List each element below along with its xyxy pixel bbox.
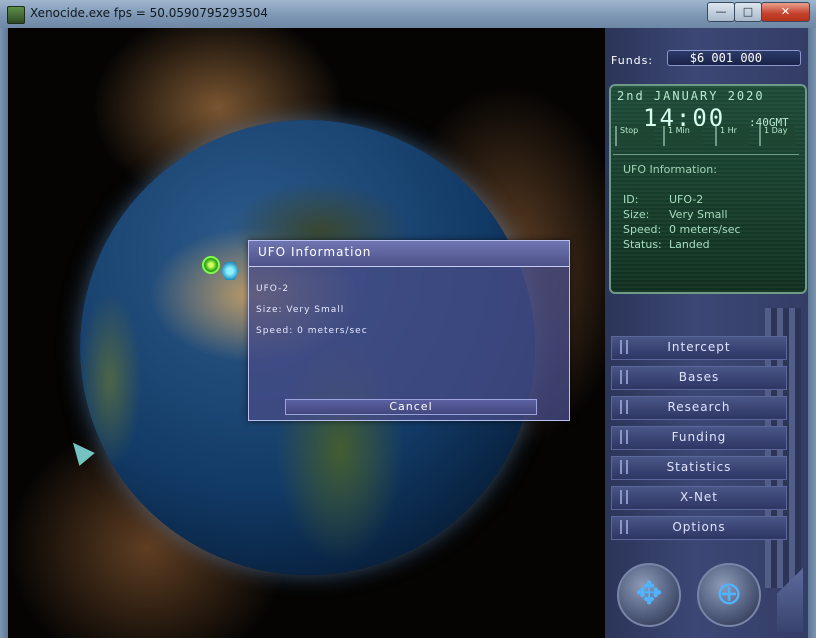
info-value: Very Small bbox=[669, 208, 728, 221]
funds-label: Funds: bbox=[611, 54, 654, 67]
statistics-button[interactable]: Statistics bbox=[611, 456, 787, 480]
info-label: Status: bbox=[623, 238, 662, 251]
info-value: UFO-2 bbox=[669, 193, 704, 206]
xnet-button[interactable]: X-Net bbox=[611, 486, 787, 510]
info-value: 0 meters/sec bbox=[669, 223, 741, 236]
info-value: Landed bbox=[669, 238, 710, 251]
minimize-button[interactable]: — bbox=[707, 2, 735, 22]
window-title: Xenocide.exe fps = 50.0590795293504 bbox=[30, 6, 268, 20]
time-1hr-button[interactable]: 1 Hr bbox=[715, 126, 749, 146]
time-1day-button[interactable]: 1 Day bbox=[759, 126, 795, 146]
funding-button[interactable]: Funding bbox=[611, 426, 787, 450]
window-frame-right bbox=[808, 28, 816, 638]
info-row-status: Status: Landed bbox=[623, 238, 710, 251]
cancel-button[interactable]: Cancel bbox=[285, 399, 537, 415]
dialog-ufo-speed: Speed: 0 meters/sec bbox=[256, 326, 368, 336]
info-label: Speed: bbox=[623, 223, 662, 236]
info-label: Size: bbox=[623, 208, 650, 221]
control-panel: Funds: $6 001 000 2nd JANUARY 2020 14:00… bbox=[605, 28, 808, 638]
ufo-information-dialog: UFO Information UFO-2 Size: Very Small S… bbox=[248, 240, 570, 421]
info-row-speed: Speed: 0 meters/sec bbox=[623, 223, 741, 236]
info-label: ID: bbox=[623, 193, 639, 206]
close-button[interactable]: ✕ bbox=[761, 2, 810, 22]
ufo-marker-icon[interactable] bbox=[202, 256, 220, 274]
info-title: UFO Information: bbox=[623, 163, 717, 176]
info-row-id: ID: UFO-2 bbox=[623, 193, 703, 206]
bases-button[interactable]: Bases bbox=[611, 366, 787, 390]
options-button[interactable]: Options bbox=[611, 516, 787, 540]
mouse-cursor-icon bbox=[65, 436, 95, 466]
intercept-button[interactable]: Intercept bbox=[611, 336, 787, 360]
time-stop-button[interactable]: Stop bbox=[615, 126, 655, 146]
info-row-size: Size: Very Small bbox=[623, 208, 728, 221]
funds-value: $6 001 000 bbox=[667, 50, 801, 66]
window-titlebar[interactable]: Xenocide.exe fps = 50.0590795293504 — □ … bbox=[0, 0, 816, 28]
time-1min-button[interactable]: 1 Min bbox=[663, 126, 703, 146]
window-frame-left bbox=[0, 28, 8, 638]
research-button[interactable]: Research bbox=[611, 396, 787, 420]
date-text: 2nd JANUARY 2020 bbox=[617, 89, 765, 103]
dialog-ufo-size: Size: Very Small bbox=[256, 305, 345, 315]
zoom-globe-icon[interactable]: ⊕ bbox=[697, 563, 761, 627]
app-icon bbox=[7, 6, 25, 24]
ufo-info-panel: UFO Information: ID: UFO-2 Size: Very Sm… bbox=[613, 154, 799, 285]
rotate-globe-icon[interactable]: ✥ bbox=[617, 563, 681, 627]
time-display: 2nd JANUARY 2020 14:00 :40GMT Stop 1 Min… bbox=[609, 84, 807, 294]
maximize-button[interactable]: □ bbox=[734, 2, 762, 22]
dialog-title: UFO Information bbox=[249, 241, 569, 267]
dialog-ufo-id: UFO-2 bbox=[256, 284, 290, 294]
